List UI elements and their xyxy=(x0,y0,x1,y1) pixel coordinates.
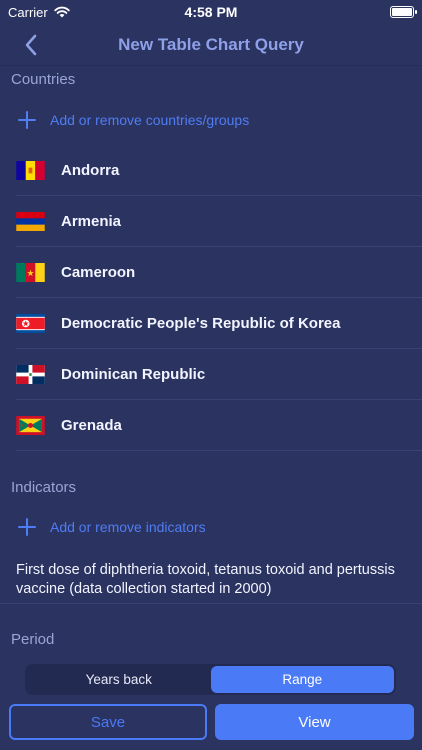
list-item[interactable]: Cameroon xyxy=(0,247,422,298)
country-name: Armenia xyxy=(61,213,122,230)
wifi-icon xyxy=(54,6,70,18)
status-bar: Carrier 4:58 PM xyxy=(0,0,422,24)
indicator-item[interactable]: First dose of diphtheria toxoid, tetanus… xyxy=(16,561,412,599)
add-indicators-label: Add or remove indicators xyxy=(50,519,206,535)
country-name: Grenada xyxy=(61,417,122,434)
back-button[interactable] xyxy=(16,30,46,60)
flag-cameroon-icon xyxy=(16,263,45,282)
list-item[interactable]: Armenia xyxy=(0,196,422,247)
add-countries-label: Add or remove countries/groups xyxy=(50,112,250,128)
segment-range[interactable]: Range xyxy=(210,666,394,693)
flag-andorra-icon xyxy=(16,161,45,180)
plus-icon xyxy=(18,518,36,536)
divider xyxy=(0,603,422,604)
period-segmented-control: Years back Range xyxy=(25,664,396,695)
page-title: New Table Chart Query xyxy=(118,34,304,54)
country-list: Andorra Armenia Cameroon Democratic Peop… xyxy=(0,145,422,451)
plus-icon xyxy=(18,111,36,129)
flag-north-korea-icon xyxy=(16,314,45,333)
list-item[interactable]: Democratic People's Republic of Korea xyxy=(0,298,422,349)
battery-icon xyxy=(390,6,417,18)
period-section-header: Period xyxy=(11,631,55,648)
carrier-label: Carrier xyxy=(8,4,48,20)
country-name: Andorra xyxy=(61,162,120,179)
add-countries-button[interactable]: Add or remove countries/groups xyxy=(0,100,422,140)
list-item[interactable]: Andorra xyxy=(0,145,422,196)
save-button[interactable]: Save xyxy=(9,704,207,740)
battery-fill xyxy=(392,8,412,16)
country-name: Democratic People's Republic of Korea xyxy=(61,315,341,332)
flag-dominican-republic-icon xyxy=(16,365,45,384)
countries-section-header: Countries xyxy=(11,71,76,88)
nav-bar: New Table Chart Query xyxy=(0,24,422,66)
flag-grenada-icon xyxy=(16,416,45,435)
list-item[interactable]: Dominican Republic xyxy=(0,349,422,400)
chevron-left-icon xyxy=(25,34,37,56)
country-name: Cameroon xyxy=(61,264,136,281)
country-name: Dominican Republic xyxy=(61,366,206,383)
list-item[interactable]: Grenada xyxy=(0,400,422,451)
indicators-section-header: Indicators xyxy=(11,479,77,496)
flag-armenia-icon xyxy=(16,212,45,231)
status-left: Carrier xyxy=(8,5,70,20)
view-button[interactable]: View xyxy=(215,704,414,740)
segment-years-back[interactable]: Years back xyxy=(27,666,211,693)
add-indicators-button[interactable]: Add or remove indicators xyxy=(0,507,422,547)
